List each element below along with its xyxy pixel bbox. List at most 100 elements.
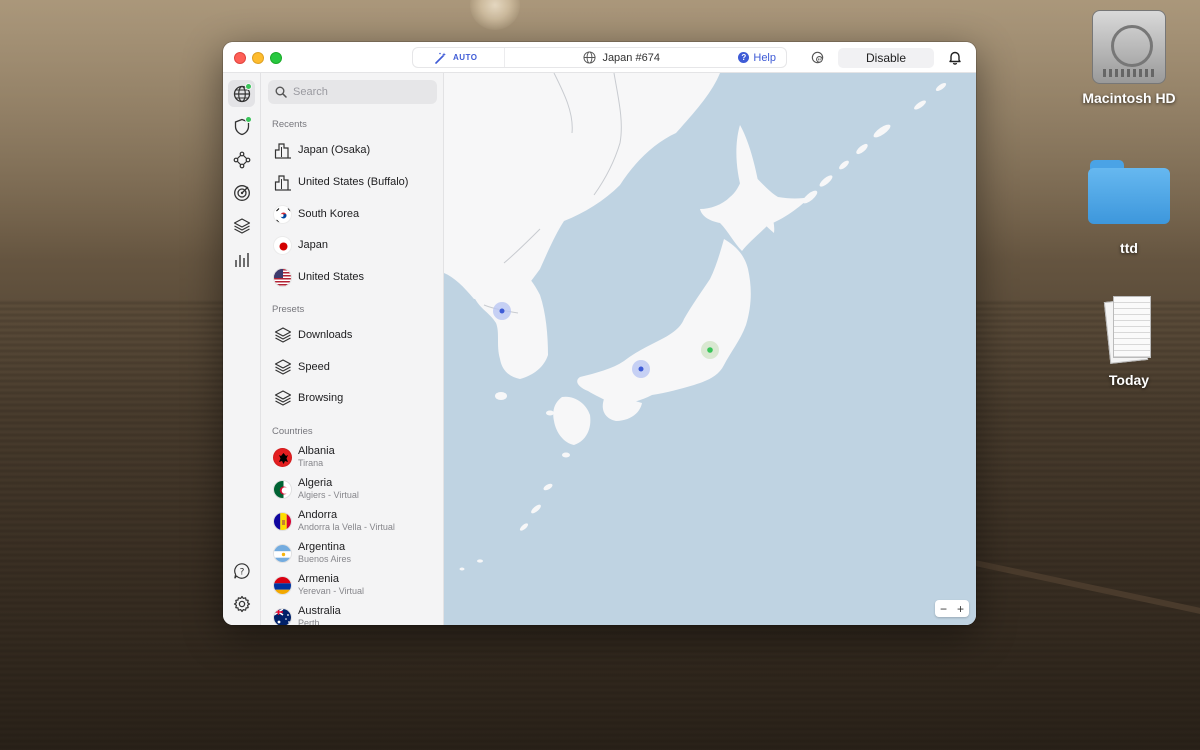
hard-drive-icon: [1092, 10, 1166, 84]
vpn-app-window: AUTO Japan #674 ? Help Disable ? Search …: [223, 42, 976, 625]
help-chat-icon: ?: [233, 562, 250, 579]
help-link[interactable]: ? Help: [738, 52, 786, 64]
desktop-item-macintosh-hd[interactable]: Macintosh HD: [1074, 10, 1184, 106]
preset-item-speed[interactable]: Speed: [273, 353, 438, 381]
country-item-australia[interactable]: Australia Perth: [273, 601, 438, 625]
help-label: Help: [753, 51, 776, 64]
navigation-rail: ?: [223, 73, 261, 625]
city-icon: [273, 141, 292, 160]
help-question-icon: ?: [738, 52, 750, 63]
server-list-sidebar: Recents Japan (Osaka) United States (Buf…: [261, 73, 444, 625]
recent-item-united-states[interactable]: United States: [273, 263, 438, 291]
layers-icon: [273, 389, 292, 408]
server-map[interactable]: − +: [444, 73, 976, 625]
nav-statistics-button[interactable]: [228, 246, 255, 273]
presets-header: Presets: [272, 304, 305, 315]
city-icon: [273, 173, 292, 192]
country-city: Algiers - Virtual: [298, 490, 359, 500]
server-name: Japan #674: [602, 51, 660, 64]
nav-settings-button[interactable]: [228, 590, 255, 617]
nav-servers-button[interactable]: [228, 80, 255, 107]
country-name: Andorra: [298, 509, 338, 521]
auto-connect-toggle[interactable]: AUTO: [413, 48, 505, 67]
preset-item-downloads[interactable]: Downloads: [273, 321, 438, 349]
nav-meshnet-button[interactable]: [228, 146, 255, 173]
nav-dark-web-monitor-button[interactable]: [228, 179, 255, 206]
country-name: Argentina: [298, 541, 346, 553]
country-item-algeria[interactable]: Algeria Algiers - Virtual: [273, 473, 438, 505]
country-city: Andorra la Vella - Virtual: [298, 522, 395, 532]
preset-item-label: Downloads: [298, 329, 353, 341]
flag-australia-icon: [273, 607, 292, 625]
search-input[interactable]: [293, 86, 433, 98]
flag-united-states-icon: [273, 267, 292, 287]
notifications-bell-icon[interactable]: [948, 50, 962, 70]
recents-header: Recents: [272, 119, 307, 130]
zoom-out-button[interactable]: −: [940, 603, 947, 615]
country-item-argentina[interactable]: Argentina Buenos Aires: [273, 537, 438, 569]
map-canvas: [444, 73, 947, 571]
title-bar: AUTO Japan #674 ? Help Disable: [223, 42, 976, 73]
recent-item-south-korea[interactable]: South Korea: [273, 200, 438, 228]
flag-armenia-icon: [273, 575, 292, 595]
pause-connection-icon[interactable]: [810, 50, 825, 70]
preset-item-label: Browsing: [298, 392, 344, 404]
recent-item-label: Japan: [298, 239, 328, 251]
country-item-armenia[interactable]: Armenia Yerevan - Virtual: [273, 569, 438, 601]
recent-item-label: South Korea: [298, 208, 360, 220]
nav-threat-protection-button[interactable]: [228, 113, 255, 140]
recent-item-label: Japan (Osaka): [298, 144, 371, 156]
globe-icon: [583, 51, 596, 64]
country-name: Albania: [298, 445, 335, 457]
desktop-item-label: Macintosh HD: [1082, 90, 1176, 106]
target-icon: [233, 184, 250, 201]
desktop-item-ttd[interactable]: ttd: [1074, 160, 1184, 256]
recent-item-japan[interactable]: Japan: [273, 231, 438, 259]
country-city: Tirana: [298, 458, 324, 468]
stats-icon: [234, 252, 249, 267]
country-city: Buenos Aires: [298, 554, 352, 564]
auto-mode-label: AUTO: [453, 53, 478, 62]
disable-button[interactable]: Disable: [838, 48, 934, 68]
magic-wand-icon: [435, 52, 446, 64]
preset-item-label: Speed: [298, 361, 330, 373]
connection-status-bar: AUTO Japan #674 ? Help: [412, 47, 787, 68]
current-server[interactable]: Japan #674: [505, 51, 738, 64]
flag-south-korea-icon: [273, 204, 292, 224]
flag-albania-icon: [273, 447, 292, 467]
flag-andorra-icon: [273, 511, 292, 531]
recent-item-united-states-buffalo[interactable]: United States (Buffalo): [273, 168, 438, 196]
search-icon: [275, 86, 287, 98]
country-item-albania[interactable]: Albania Tirana: [273, 441, 438, 473]
zoom-in-button[interactable]: +: [957, 603, 964, 615]
country-city: Yerevan - Virtual: [298, 586, 365, 596]
map-zoom-control: − +: [935, 600, 969, 617]
desktop-item-label: ttd: [1120, 240, 1138, 256]
country-city: Perth: [298, 618, 320, 625]
nav-specialty-servers-button[interactable]: [228, 212, 255, 239]
layers-icon: [273, 358, 292, 377]
folder-icon: [1088, 160, 1170, 224]
recent-item-label: United States (Buffalo): [298, 176, 409, 188]
recent-item-label: United States: [298, 271, 365, 283]
country-name: Algeria: [298, 477, 333, 489]
desktop-item-today[interactable]: Today: [1074, 294, 1184, 388]
settings-gear-icon: [233, 595, 250, 612]
countries-header: Countries: [272, 426, 313, 437]
search-box: [268, 80, 437, 104]
meshnet-icon: [233, 151, 250, 168]
zoom-window-button[interactable]: [270, 52, 282, 64]
close-window-button[interactable]: [234, 52, 246, 64]
recent-item-japan-osaka[interactable]: Japan (Osaka): [273, 136, 438, 164]
desktop-item-label: Today: [1108, 372, 1150, 388]
protection-active-indicator: [245, 116, 252, 123]
svg-text:?: ?: [239, 567, 244, 577]
country-name: Armenia: [298, 573, 339, 585]
minimize-window-button[interactable]: [252, 52, 264, 64]
country-item-andorra[interactable]: Andorra Andorra la Vella - Virtual: [273, 505, 438, 537]
flag-algeria-icon: [273, 479, 292, 499]
preset-item-browsing[interactable]: Browsing: [273, 384, 438, 412]
nav-help-button[interactable]: ?: [228, 557, 255, 584]
country-name: Australia: [298, 605, 341, 617]
flag-argentina-icon: [273, 543, 292, 563]
